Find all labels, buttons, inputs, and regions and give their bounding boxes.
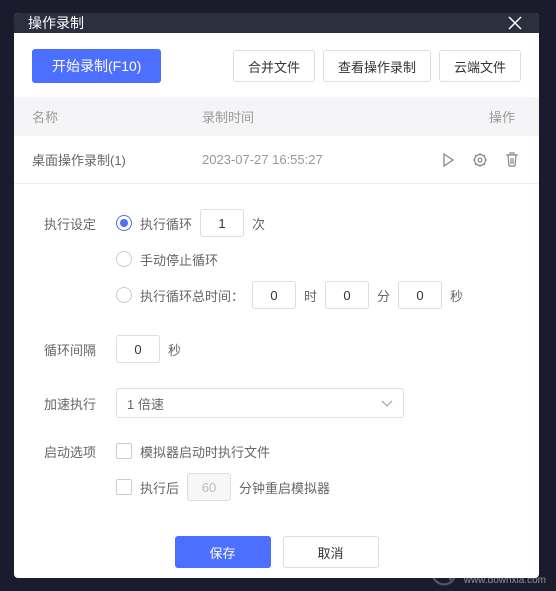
restart-minutes-input (187, 473, 231, 501)
play-icon[interactable] (439, 151, 457, 169)
chevron-down-icon (381, 396, 393, 411)
seconds-unit: 秒 (450, 286, 463, 305)
watermark-logo-icon (430, 559, 458, 587)
dialog-title: 操作录制 (28, 13, 84, 33)
radio-total-time[interactable] (116, 287, 132, 303)
settings-panel: 执行设定 执行循环 次 手动停止循环 执行循环总时间： 时 (14, 184, 539, 526)
table-row: 桌面操作录制(1) 2023-07-27 16:55:27 (14, 136, 539, 184)
titlebar: 操作录制 (14, 13, 539, 33)
row-actions (422, 151, 521, 169)
interval-unit: 秒 (168, 340, 181, 359)
view-recording-button[interactable]: 查看操作录制 (323, 50, 431, 82)
hours-input[interactable] (252, 281, 296, 309)
times-suffix: 次 (252, 214, 265, 233)
row-time: 2023-07-27 16:55:27 (202, 152, 422, 167)
save-button[interactable]: 保存 (175, 536, 271, 568)
exec-label: 执行设定 (44, 208, 116, 316)
exec-setting: 执行设定 执行循环 次 手动停止循环 执行循环总时间： 时 (44, 208, 509, 316)
recording-dialog: 操作录制 开始录制(F10) 合并文件 查看操作录制 云端文件 名称 录制时间 … (14, 13, 539, 578)
gear-icon[interactable] (471, 151, 489, 169)
total-time-label: 执行循环总时间： (140, 286, 244, 305)
merge-file-button[interactable]: 合并文件 (233, 50, 315, 82)
col-name-header: 名称 (32, 107, 202, 126)
restart-prefix: 执行后 (140, 478, 179, 497)
watermark-name: 当下软件园 (464, 560, 546, 574)
restart-suffix: 分钟重启模拟器 (239, 478, 330, 497)
startup-label: 启动选项 (44, 436, 116, 508)
minutes-unit: 分 (377, 286, 390, 305)
startup-setting: 启动选项 模拟器启动时执行文件 执行后 分钟重启模拟器 (44, 436, 509, 508)
watermark: 当下软件园 www.downxia.com (430, 559, 546, 587)
hours-unit: 时 (304, 286, 317, 305)
radio-manual-stop[interactable] (116, 251, 132, 267)
table-header: 名称 录制时间 操作 (14, 97, 539, 136)
speed-label: 加速执行 (44, 388, 116, 418)
toolbar: 开始录制(F10) 合并文件 查看操作录制 云端文件 (14, 33, 539, 97)
speed-select[interactable]: 1 倍速 (116, 388, 404, 418)
cancel-button[interactable]: 取消 (283, 536, 379, 568)
manual-stop-label: 手动停止循环 (140, 250, 218, 269)
cloud-file-button[interactable]: 云端文件 (439, 50, 521, 82)
speed-setting: 加速执行 1 倍速 (44, 388, 509, 418)
start-record-button[interactable]: 开始录制(F10) (32, 49, 161, 83)
autorun-label: 模拟器启动时执行文件 (140, 442, 270, 461)
trash-icon[interactable] (503, 151, 521, 169)
loop-label: 执行循环 (140, 214, 192, 233)
seconds-input[interactable] (398, 281, 442, 309)
minutes-input[interactable] (325, 281, 369, 309)
col-time-header: 录制时间 (202, 107, 422, 126)
col-action-header: 操作 (422, 107, 521, 126)
loop-count-input[interactable] (200, 209, 244, 237)
radio-loop[interactable] (116, 215, 132, 231)
row-name: 桌面操作录制(1) (32, 150, 202, 169)
speed-selected: 1 倍速 (127, 394, 164, 413)
checkbox-autorun[interactable] (116, 443, 132, 459)
interval-setting: 循环间隔 秒 (44, 334, 509, 370)
watermark-url: www.downxia.com (464, 575, 546, 586)
close-icon[interactable] (505, 13, 525, 33)
interval-input[interactable] (116, 335, 160, 363)
checkbox-restart[interactable] (116, 479, 132, 495)
interval-label: 循环间隔 (44, 334, 116, 370)
